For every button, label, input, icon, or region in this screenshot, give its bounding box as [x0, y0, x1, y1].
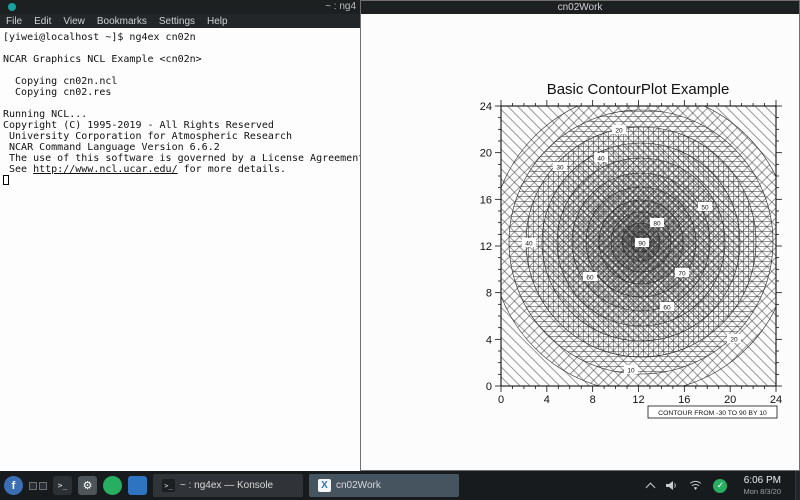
network-icon[interactable] — [689, 479, 702, 492]
terminal-line: NCAR Graphics NCL Example <cn02n> — [3, 54, 358, 65]
terminal-line-see: See http://www.ncl.ucar.edu/ for more de… — [3, 164, 358, 175]
blue-app-launcher-icon[interactable] — [128, 476, 147, 495]
svg-text:30: 30 — [556, 165, 564, 172]
system-tray: ✓ — [647, 479, 727, 493]
konsole-titlebar[interactable]: ~ : ng4 — [0, 0, 360, 14]
terminal-line: Copying cn02.res — [3, 87, 358, 98]
svg-text:12: 12 — [632, 394, 644, 406]
plot-canvas: Basic ContourPlot Example 20 40 30 50 — [361, 14, 799, 470]
task-button-konsole[interactable]: >_ ~ : ng4ex — Konsole — [153, 474, 303, 497]
svg-text:60: 60 — [663, 305, 671, 312]
svg-text:20: 20 — [615, 128, 623, 135]
green-app-launcher-icon[interactable] — [103, 476, 122, 495]
svg-text:10: 10 — [627, 368, 635, 375]
terminal-line — [3, 98, 358, 109]
svg-text:16: 16 — [678, 394, 690, 406]
svg-text:16: 16 — [480, 194, 492, 206]
terminal-output[interactable]: [yiwei@localhost ~]$ ng4ex cn02n NCAR Gr… — [0, 28, 360, 471]
terminal-cursor — [3, 175, 9, 185]
clock-date: Mon 8/3/20 — [743, 488, 781, 496]
plot-title: Basic ContourPlot Example — [547, 81, 730, 98]
svg-text:0: 0 — [498, 394, 504, 406]
x11-app-icon: X — [318, 479, 331, 492]
settings-launcher-icon[interactable]: ⚙ — [78, 476, 97, 495]
plot-window: cn02Work Basic ContourPlot Example — [360, 0, 800, 471]
terminal-line: Running NCL... — [3, 109, 358, 120]
terminal-line: NCAR Command Language Version 6.6.2 — [3, 142, 358, 153]
svg-text:40: 40 — [525, 241, 533, 248]
menu-settings[interactable]: Settings — [153, 16, 201, 27]
plot-window-title: cn02Work — [558, 2, 603, 13]
digital-clock[interactable]: 6:06 PM Mon 8/3/20 — [743, 476, 781, 496]
svg-text:CONTOUR FROM -30 TO 90 BY 10: CONTOUR FROM -30 TO 90 BY 10 — [658, 410, 767, 417]
svg-text:90: 90 — [638, 241, 646, 248]
task-label: ~ : ng4ex — Konsole — [180, 480, 273, 491]
ncl-url-link[interactable]: http://www.ncl.ucar.edu/ — [33, 164, 178, 175]
terminal-line: The use of this software is governed by … — [3, 153, 358, 164]
terminal-line: Copying cn02n.ncl — [3, 76, 358, 87]
x-axis-labels: 0 4 8 12 16 20 24 — [498, 394, 782, 406]
terminal-line: Copyright (C) 1995-2019 - All Rights Res… — [3, 120, 358, 131]
window-icon[interactable] — [8, 3, 16, 11]
taskbar: f >_ ⚙ >_ ~ : ng4ex — Konsole X cn02Work… — [0, 471, 800, 500]
see-suffix: for more details. — [178, 164, 286, 175]
svg-text:24: 24 — [770, 394, 782, 406]
show-desktop-button[interactable] — [795, 471, 800, 500]
plot-titlebar[interactable]: cn02Work — [361, 1, 799, 14]
task-label: cn02Work — [336, 480, 381, 491]
tray-expand-icon[interactable] — [646, 482, 656, 492]
svg-text:20: 20 — [730, 337, 738, 344]
terminal-line: University Corporation for Atmospheric R… — [3, 131, 358, 142]
svg-text:80: 80 — [653, 221, 661, 228]
volume-icon[interactable] — [665, 479, 678, 492]
svg-text:4: 4 — [544, 394, 550, 406]
svg-text:20: 20 — [724, 394, 736, 406]
task-button-cn02work[interactable]: X cn02Work — [309, 474, 459, 497]
svg-text:8: 8 — [486, 288, 492, 300]
svg-text:20: 20 — [480, 148, 492, 160]
svg-text:12: 12 — [480, 241, 492, 253]
y-axis-labels: 0 4 8 12 16 20 24 — [480, 101, 492, 393]
svg-text:0: 0 — [486, 381, 492, 393]
svg-text:8: 8 — [590, 394, 596, 406]
updates-ok-icon[interactable]: ✓ — [713, 479, 727, 493]
menu-view[interactable]: View — [57, 16, 91, 27]
menu-file[interactable]: File — [0, 16, 28, 27]
clock-time: 6:06 PM — [743, 476, 781, 486]
terminal-line — [3, 43, 358, 54]
menu-edit[interactable]: Edit — [28, 16, 57, 27]
app-launcher-icon[interactable]: f — [4, 476, 23, 495]
konsole-launcher-icon[interactable]: >_ — [53, 476, 72, 495]
konsole-icon: >_ — [162, 479, 175, 492]
terminal-line: [yiwei@localhost ~]$ ng4ex cn02n — [3, 32, 358, 43]
konsole-title: ~ : ng4 — [325, 1, 356, 12]
terminal-cursor-line — [3, 175, 358, 186]
konsole-menubar: File Edit View Bookmarks Settings Help — [0, 14, 360, 28]
menu-help[interactable]: Help — [201, 16, 234, 27]
pager-widget[interactable] — [29, 482, 47, 490]
svg-text:24: 24 — [480, 101, 492, 113]
svg-text:60: 60 — [586, 275, 594, 282]
svg-text:40: 40 — [597, 156, 605, 163]
svg-text:50: 50 — [701, 205, 709, 212]
menu-bookmarks[interactable]: Bookmarks — [91, 16, 153, 27]
svg-text:70: 70 — [678, 271, 686, 278]
contour-plot: Basic ContourPlot Example 20 40 30 50 — [361, 14, 799, 470]
konsole-window: ~ : ng4 File Edit View Bookmarks Setting… — [0, 0, 360, 471]
contour-info-box: CONTOUR FROM -30 TO 90 BY 10 — [648, 406, 777, 418]
see-prefix: See — [3, 164, 33, 175]
terminal-line — [3, 65, 358, 76]
svg-text:4: 4 — [486, 334, 492, 346]
